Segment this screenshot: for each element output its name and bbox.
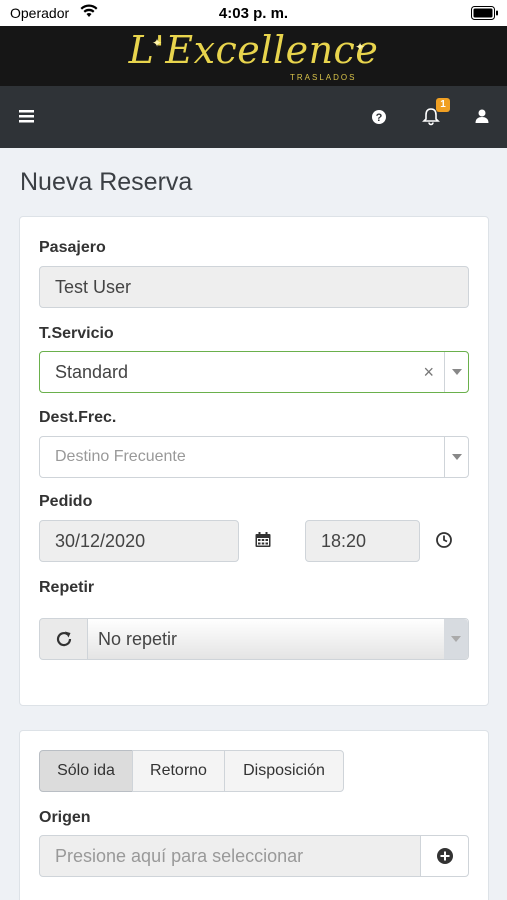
notification-badge: 1 bbox=[436, 98, 450, 112]
pedido-label: Pedido bbox=[39, 493, 93, 510]
dest-frec-label: Dest.Frec. bbox=[39, 409, 117, 426]
tab-retorno[interactable]: Retorno bbox=[132, 750, 225, 792]
tab-disposicion[interactable]: Disposición bbox=[224, 750, 344, 792]
chevron-down-icon[interactable] bbox=[444, 437, 468, 477]
top-navbar: ? bbox=[0, 86, 507, 148]
servicio-value: Standard bbox=[55, 362, 129, 382]
menu-icon[interactable] bbox=[17, 106, 39, 128]
dest-frec-placeholder: Destino Frecuente bbox=[55, 448, 186, 465]
origen-label: Origen bbox=[39, 809, 91, 826]
chevron-down-icon[interactable] bbox=[444, 619, 468, 659]
origen-field[interactable]: Presione aquí para seleccionar bbox=[39, 835, 421, 877]
refresh-icon bbox=[54, 629, 74, 654]
servicio-select[interactable]: Standard × bbox=[39, 351, 469, 393]
repetir-label: Repetir bbox=[39, 579, 95, 596]
status-time: 4:03 p. m. bbox=[218, 5, 289, 22]
chevron-down-icon[interactable] bbox=[444, 352, 468, 392]
brand-header: L'Excellence TRASLADOS ✦ ✦ bbox=[0, 26, 507, 86]
trip-type-tabs: Sólo ida Retorno Disposición bbox=[39, 750, 344, 792]
help-icon[interactable]: ? bbox=[369, 106, 391, 128]
clock-icon[interactable] bbox=[435, 531, 455, 551]
pasajero-field: Test User bbox=[39, 266, 469, 308]
pedido-time-field[interactable]: 18:20 bbox=[305, 520, 420, 562]
svg-text:?: ? bbox=[376, 112, 383, 124]
repeat-button[interactable] bbox=[39, 618, 88, 660]
clear-icon[interactable]: × bbox=[423, 352, 434, 392]
user-icon[interactable] bbox=[472, 106, 494, 128]
dest-frec-select[interactable]: Destino Frecuente bbox=[39, 436, 469, 478]
repetir-value: No repetir bbox=[98, 629, 178, 649]
brand-logo: L'Excellence bbox=[128, 28, 379, 72]
status-bar: Operador 4:03 p. m. bbox=[0, 0, 507, 26]
add-origin-button[interactable] bbox=[420, 835, 469, 877]
battery-icon bbox=[471, 6, 499, 25]
pedido-date-field[interactable]: 30/12/2020 bbox=[39, 520, 239, 562]
pasajero-label: Pasajero bbox=[39, 239, 106, 256]
repetir-select[interactable]: No repetir bbox=[87, 618, 469, 660]
plus-circle-icon bbox=[436, 847, 454, 870]
tab-solo-ida[interactable]: Sólo ida bbox=[39, 750, 133, 792]
servicio-label: T.Servicio bbox=[39, 325, 114, 342]
page-title: Nueva Reserva bbox=[20, 168, 193, 196]
brand-subtitle: TRASLADOS bbox=[290, 73, 357, 82]
sparkle-icon: ✦ bbox=[152, 36, 163, 50]
calendar-icon[interactable] bbox=[254, 531, 274, 551]
sparkle-icon: ✦ bbox=[355, 40, 366, 54]
